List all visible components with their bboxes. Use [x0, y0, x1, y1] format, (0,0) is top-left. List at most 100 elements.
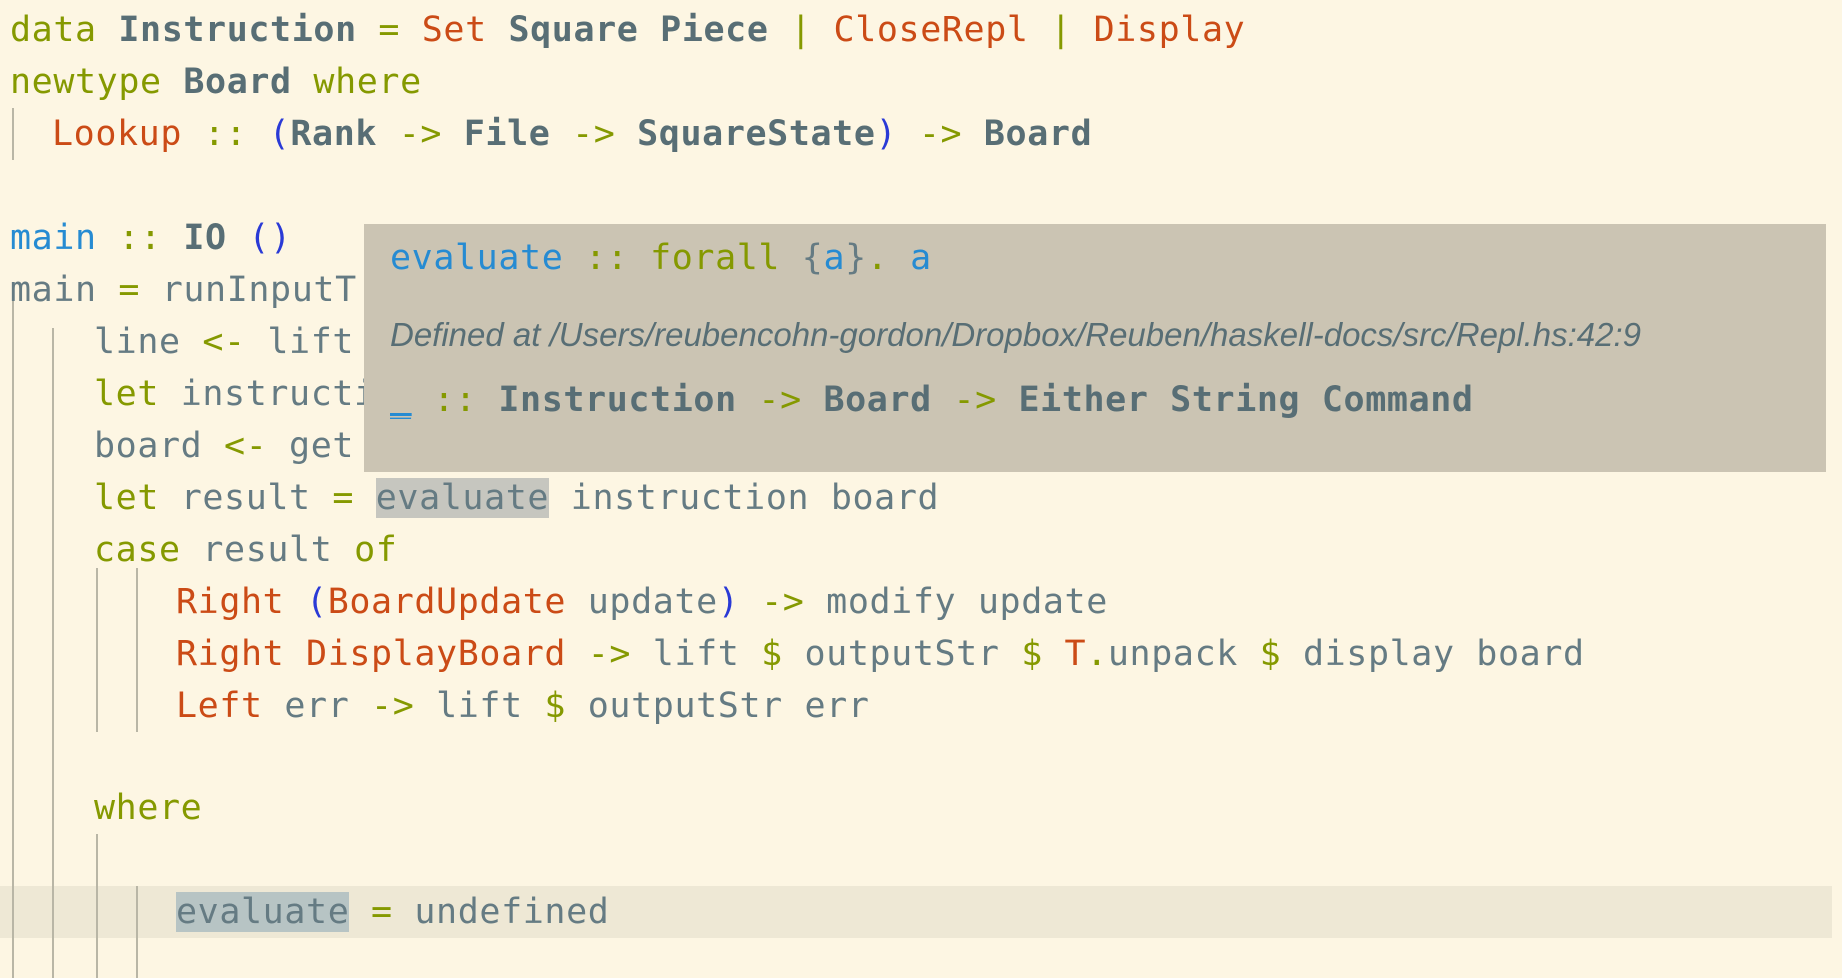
- brace: {: [801, 238, 824, 278]
- paren: (): [248, 218, 292, 258]
- code-line-14[interactable]: where: [94, 782, 202, 834]
- keyword: let: [94, 374, 160, 414]
- operator: ::: [203, 114, 248, 154]
- tooltip-signature: evaluate :: forall {a}. a: [390, 238, 932, 278]
- function-name: main: [10, 218, 97, 258]
- operator: $: [1021, 634, 1043, 674]
- operator: $: [544, 686, 567, 726]
- code-line-12[interactable]: Right DisplayBoard -> lift $ outputStr $…: [176, 628, 1585, 680]
- identifier: unpack: [1107, 634, 1238, 674]
- identifier: lift: [652, 634, 740, 674]
- keyword: where: [313, 62, 422, 102]
- indent-guide: [136, 886, 138, 978]
- type-name: Square: [508, 10, 639, 50]
- identifier: outputStr: [804, 634, 1000, 674]
- operator: ::: [118, 218, 162, 258]
- type-name: Board: [183, 62, 292, 102]
- paren: (: [306, 582, 328, 622]
- identifier: runInputT: [161, 270, 357, 310]
- tooltip-function-name: evaluate: [390, 238, 564, 278]
- type-name: Either String Command: [1018, 380, 1474, 420]
- keyword: forall: [650, 238, 781, 278]
- identifier: update: [587, 582, 718, 622]
- operator: $: [761, 634, 783, 674]
- operator: $: [1259, 634, 1282, 674]
- operator: =: [332, 478, 355, 518]
- type-variable: a: [910, 238, 932, 278]
- constructor: Right: [176, 634, 285, 674]
- keyword: case: [94, 530, 181, 570]
- code-editor[interactable]: data Instruction = Set Square Piece | Cl…: [0, 0, 1842, 978]
- selected-identifier[interactable]: evaluate: [176, 892, 350, 932]
- code-line-15[interactable]: evaluate = undefined: [176, 886, 609, 938]
- identifier: result: [202, 530, 333, 570]
- constructor: Lookup: [52, 114, 183, 154]
- type-name: File: [463, 114, 551, 154]
- indent-guide: [96, 568, 98, 732]
- identifier: instruction board: [570, 478, 940, 518]
- type-name: Board: [983, 114, 1093, 154]
- constructor: BoardUpdate: [327, 582, 567, 622]
- operator: =: [378, 10, 401, 50]
- code-line-13[interactable]: Left err -> lift $ outputStr err: [176, 680, 870, 732]
- indent-guide: [12, 108, 14, 160]
- tooltip-hole-type: _ :: Instruction -> Board -> Either Stri…: [390, 380, 1474, 420]
- paren: ): [717, 582, 740, 622]
- code-line-4[interactable]: main :: IO (): [10, 212, 292, 264]
- constructor: DisplayBoard: [306, 634, 567, 674]
- type-name: SquareState: [637, 114, 876, 154]
- code-line-1[interactable]: data Instruction = Set Square Piece | Cl…: [10, 4, 1245, 56]
- constructor: Set: [421, 10, 487, 50]
- operator: =: [371, 892, 393, 932]
- code-line-8[interactable]: board <- get: [94, 420, 354, 472]
- tooltip-definition-location[interactable]: Defined at /Users/reubencohn-gordon/Drop…: [390, 316, 1641, 354]
- code-line-5[interactable]: main = runInputT: [10, 264, 357, 316]
- paren: (: [268, 114, 291, 154]
- code-line-10[interactable]: case result of: [94, 524, 397, 576]
- operator: ->: [761, 582, 805, 622]
- code-line-6[interactable]: line <- lift: [94, 316, 354, 368]
- identifier: get: [289, 426, 355, 466]
- operator: ->: [572, 114, 616, 154]
- identifier: outputStr err: [587, 686, 870, 726]
- type-name: Rank: [290, 114, 378, 154]
- operator: =: [118, 270, 141, 310]
- keyword: data: [10, 10, 97, 50]
- type-name: Instruction: [118, 10, 357, 50]
- identifier: err: [284, 686, 350, 726]
- constructor: Display: [1093, 10, 1246, 50]
- type-variable: a: [823, 238, 846, 278]
- operator: |: [790, 10, 812, 50]
- identifier: line: [94, 322, 181, 362]
- brace: }: [845, 238, 867, 278]
- type-name: Instruction: [498, 380, 737, 420]
- operator: |: [1050, 10, 1072, 50]
- identifier: board: [94, 426, 203, 466]
- hovered-identifier[interactable]: evaluate: [375, 478, 550, 518]
- constructor: Right: [176, 582, 285, 622]
- code-line-7[interactable]: let instructi: [94, 368, 376, 420]
- code-line-3[interactable]: Lookup :: (Rank -> File -> SquareState) …: [52, 108, 1092, 160]
- indent-guide: [12, 284, 14, 978]
- type-name: IO: [183, 218, 227, 258]
- identifier: modify update: [826, 582, 1108, 622]
- constructor: CloseRepl: [833, 10, 1029, 50]
- code-line-2[interactable]: newtype Board where: [10, 56, 422, 108]
- constructor: Left: [176, 686, 263, 726]
- code-line-11[interactable]: Right (BoardUpdate update) -> modify upd…: [176, 576, 1108, 628]
- identifier: main: [10, 270, 97, 310]
- operator: ::: [585, 238, 629, 278]
- code-line-9[interactable]: let result = evaluate instruction board: [94, 472, 939, 524]
- hover-tooltip: evaluate :: forall {a}. a Defined at /Us…: [364, 224, 1826, 472]
- operator: ->: [587, 634, 632, 674]
- operator: ->: [758, 380, 802, 420]
- identifier: lift: [267, 322, 355, 362]
- operator: ::: [433, 380, 477, 420]
- identifier: lift: [436, 686, 523, 726]
- operator: ->: [371, 686, 415, 726]
- operator: .: [866, 238, 889, 278]
- keyword: newtype: [10, 62, 162, 102]
- keyword: let: [94, 478, 160, 518]
- identifier: display board: [1302, 634, 1585, 674]
- indent-guide: [96, 834, 98, 978]
